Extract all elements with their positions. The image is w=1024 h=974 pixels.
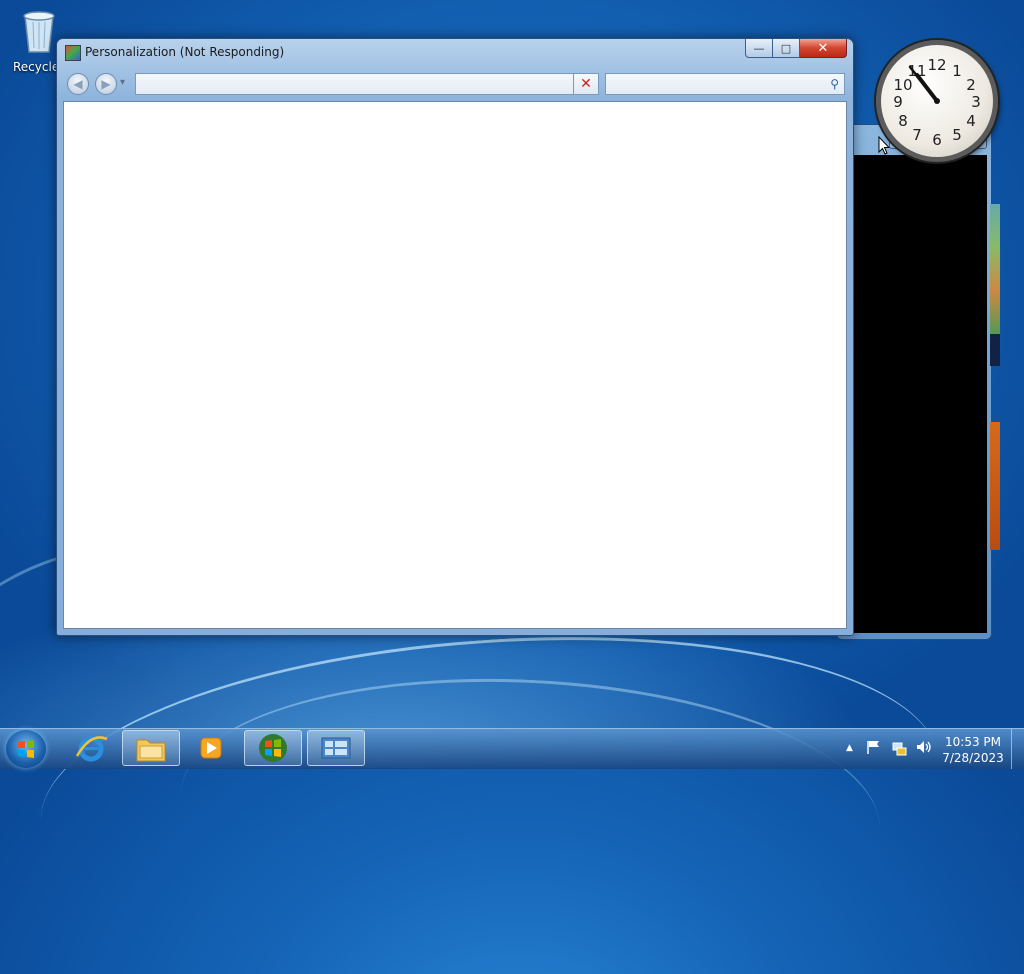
taskbar-item-windows-explorer[interactable] — [122, 730, 180, 766]
clock-number: 5 — [952, 126, 962, 144]
show-desktop-button[interactable] — [1011, 729, 1024, 769]
gadget-strip — [990, 334, 1000, 366]
volume-icon[interactable] — [916, 740, 932, 754]
search-icon[interactable]: ⚲ — [830, 77, 839, 91]
clock-number: 8 — [898, 112, 908, 130]
windows-logo-icon — [259, 734, 287, 762]
windows-orb-icon — [18, 740, 34, 758]
gadget-strip — [990, 422, 1000, 550]
start-button[interactable] — [6, 730, 46, 768]
taskbar-item-windows[interactable] — [244, 730, 302, 766]
clock-time: 10:53 PM — [945, 735, 1001, 749]
mouse-cursor-icon — [878, 136, 890, 155]
action-center-flag-icon[interactable] — [866, 740, 882, 754]
window-title: Personalization (Not Responding) — [85, 45, 285, 59]
clock-number: 3 — [971, 93, 981, 111]
clock-number: 2 — [966, 76, 976, 94]
personalization-window[interactable]: Personalization (Not Responding) — □ ✕ ◀… — [56, 38, 854, 636]
media-player-icon — [200, 737, 222, 759]
clock-number: 4 — [966, 112, 976, 130]
taskbar: ▲ 10:53 PM 7/28/2023 — [0, 728, 1024, 769]
recent-pages-dropdown[interactable]: ▾ — [120, 77, 125, 88]
clock-face: 12 1 2 3 4 5 6 7 8 9 10 11 — [893, 56, 981, 149]
recycle-bin-icon — [23, 11, 55, 53]
search-input[interactable]: ⚲ — [605, 73, 845, 95]
gadget-strip — [990, 204, 1000, 334]
personalization-app-icon — [65, 45, 81, 61]
clock-date: 7/28/2023 — [942, 751, 1004, 765]
address-bar[interactable]: ▼ — [135, 73, 599, 95]
clock-number: 1 — [952, 62, 962, 80]
maximize-button[interactable]: □ — [773, 39, 800, 58]
back-button[interactable]: ◀ — [67, 73, 89, 95]
system-clock[interactable]: 10:53 PM 7/28/2023 — [938, 734, 1008, 766]
clock-number: 6 — [932, 131, 942, 149]
control-panel-icon — [321, 737, 351, 759]
taskbar-item-media-player[interactable] — [182, 730, 240, 766]
clock-number: 9 — [893, 93, 903, 111]
background-window[interactable]: — □ ✕ — [836, 124, 992, 640]
background-window-content — [851, 155, 987, 633]
taskbar-item-control-panel[interactable] — [307, 730, 365, 766]
clock-number: 12 — [927, 56, 946, 74]
clock-number: 7 — [912, 126, 922, 144]
forward-button[interactable]: ▶ — [95, 73, 117, 95]
show-hidden-icons-button[interactable]: ▲ — [846, 743, 853, 753]
close-button[interactable]: ✕ — [800, 39, 847, 58]
window-content-area — [63, 101, 847, 629]
taskbar-item-internet-explorer[interactable] — [62, 730, 120, 766]
minimize-button[interactable]: — — [745, 39, 773, 58]
clock-gadget[interactable]: 12 1 2 3 4 5 6 7 8 9 10 11 — [876, 40, 998, 162]
caption-buttons: — □ ✕ — [745, 39, 847, 58]
address-clear-button[interactable]: ✕ — [573, 73, 599, 95]
folder-icon — [136, 739, 166, 762]
network-icon[interactable] — [892, 740, 908, 756]
ie-icon — [75, 736, 108, 762]
